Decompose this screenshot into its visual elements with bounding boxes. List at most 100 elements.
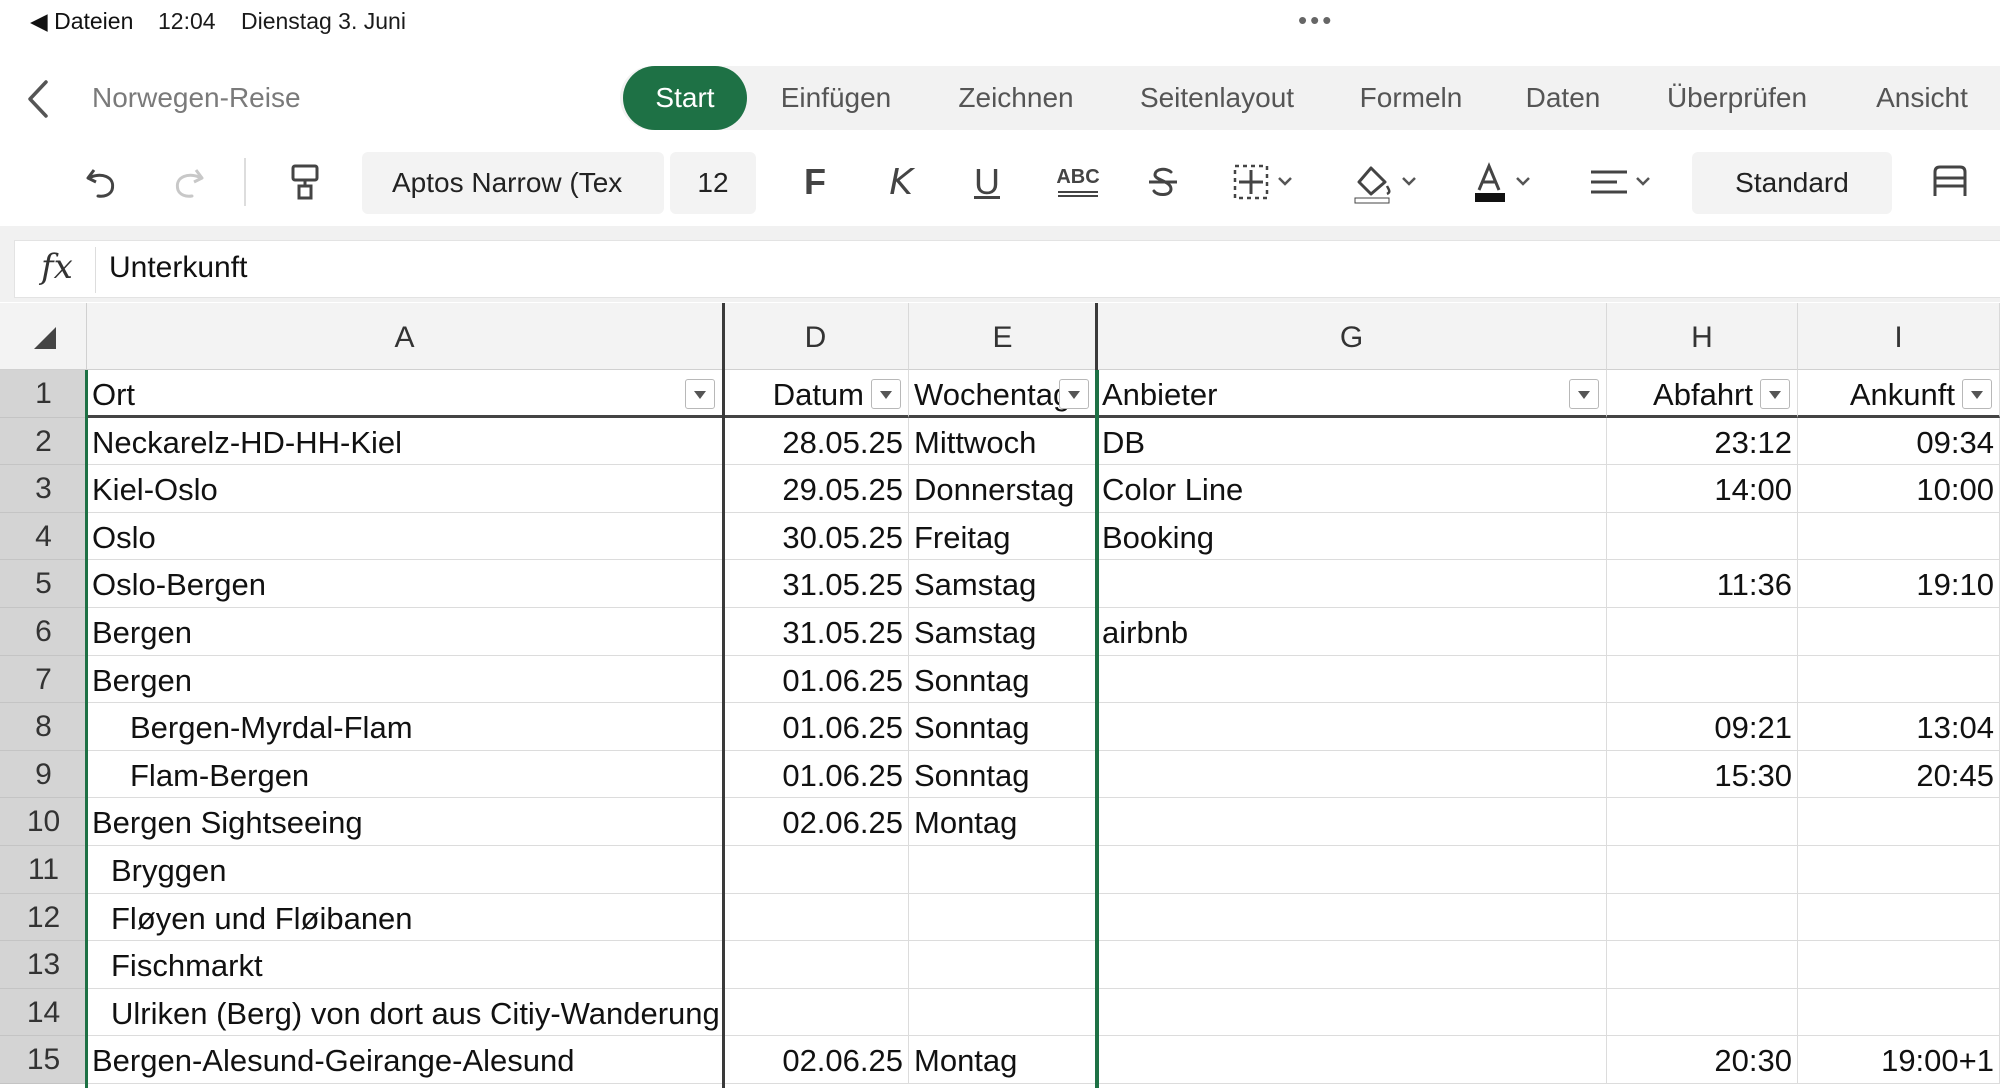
cell-e11[interactable]	[909, 846, 1097, 894]
cell-a13[interactable]: Fischmarkt	[87, 941, 723, 989]
cell-a2[interactable]: Neckarelz-HD-HH-Kiel	[87, 418, 723, 465]
cell-d6[interactable]: 31.05.25	[723, 608, 909, 656]
row-header[interactable]: 15	[0, 1036, 87, 1084]
tab-ansicht[interactable]: Ansicht	[1858, 66, 1986, 130]
cell-g6[interactable]: airbnb	[1097, 608, 1607, 656]
cell-h4[interactable]	[1607, 513, 1798, 560]
tab-einfuegen[interactable]: Einfügen	[762, 66, 910, 130]
cell-d7[interactable]: 01.06.25	[723, 656, 909, 703]
formula-bar[interactable]: fx Unterkunft	[14, 240, 2000, 298]
cell-d12[interactable]	[723, 894, 909, 941]
fill-color-icon[interactable]	[1346, 146, 1426, 218]
cell-a7[interactable]: Bergen	[87, 656, 723, 703]
cell-h14[interactable]	[1607, 989, 1798, 1036]
cell-h6[interactable]	[1607, 608, 1798, 656]
cell-e7[interactable]: Sonntag	[909, 656, 1097, 703]
column-header-g[interactable]: G	[1097, 303, 1607, 370]
cell-a4[interactable]: Oslo	[87, 513, 723, 560]
row-header[interactable]: 4	[0, 513, 87, 560]
font-name-field[interactable]: Aptos Narrow (Tex	[362, 152, 664, 214]
cell-g7[interactable]	[1097, 656, 1607, 703]
cell-g14[interactable]	[1097, 989, 1607, 1036]
row-header[interactable]: 3	[0, 465, 87, 513]
cell-i12[interactable]	[1798, 894, 2000, 941]
tab-start[interactable]: Start	[623, 66, 747, 130]
cell-g3[interactable]: Color Line	[1097, 465, 1607, 513]
tab-ueberpruefen[interactable]: Überprüfen	[1650, 66, 1824, 130]
tab-seitenlayout[interactable]: Seitenlayout	[1122, 66, 1312, 130]
cell-e4[interactable]: Freitag	[909, 513, 1097, 560]
italic-button[interactable]: K	[876, 146, 926, 218]
cell-h15[interactable]: 20:30	[1607, 1036, 1798, 1084]
column-header-i[interactable]: I	[1798, 303, 2000, 370]
cell-e3[interactable]: Donnerstag	[909, 465, 1097, 513]
cell-d3[interactable]: 29.05.25	[723, 465, 909, 513]
cell-d15[interactable]: 02.06.25	[723, 1036, 909, 1084]
cell-i13[interactable]	[1798, 941, 2000, 989]
cell-h13[interactable]	[1607, 941, 1798, 989]
row-header[interactable]: 1	[0, 370, 87, 418]
row-header[interactable]: 7	[0, 656, 87, 703]
tab-daten[interactable]: Daten	[1508, 66, 1618, 130]
cell-g4[interactable]: Booking	[1097, 513, 1607, 560]
cell-h9[interactable]: 15:30	[1607, 751, 1798, 798]
filter-dropdown-icon[interactable]	[1760, 379, 1790, 409]
cell-i10[interactable]	[1798, 798, 2000, 846]
cell-h5[interactable]: 11:36	[1607, 560, 1798, 608]
cell-h7[interactable]	[1607, 656, 1798, 703]
font-color-icon[interactable]	[1464, 146, 1544, 218]
cell-a6[interactable]: Bergen	[87, 608, 723, 656]
column-header-e[interactable]: E	[909, 303, 1097, 370]
format-painter-icon[interactable]	[280, 146, 330, 218]
cell-e2[interactable]: Mittwoch	[909, 418, 1097, 465]
cell-d4[interactable]: 30.05.25	[723, 513, 909, 560]
cell-d11[interactable]	[723, 846, 909, 894]
back-chevron-icon[interactable]	[20, 74, 60, 124]
redo-icon[interactable]	[162, 146, 214, 218]
cell-g5[interactable]	[1097, 560, 1607, 608]
row-header[interactable]: 8	[0, 703, 87, 751]
filter-dropdown-icon[interactable]	[1059, 379, 1089, 409]
cell-i7[interactable]	[1798, 656, 2000, 703]
cell-a11[interactable]: Bryggen	[87, 846, 723, 894]
row-header[interactable]: 2	[0, 418, 87, 465]
cell-i2[interactable]: 09:34	[1798, 418, 2000, 465]
cell-a14[interactable]: Ulriken (Berg) von dort aus Citiy-Wander…	[87, 989, 723, 1036]
cell-h8[interactable]: 09:21	[1607, 703, 1798, 751]
row-header[interactable]: 6	[0, 608, 87, 656]
column-header-h[interactable]: H	[1607, 303, 1798, 370]
cell-a9[interactable]: Flam-Bergen	[87, 751, 723, 798]
cell-a12[interactable]: Fløyen und Fløibanen	[87, 894, 723, 941]
undo-icon[interactable]	[76, 146, 128, 218]
cell-i15[interactable]: 19:00+1	[1798, 1036, 2000, 1084]
multitasking-dots[interactable]: •••	[1298, 5, 1334, 36]
cell-i11[interactable]	[1798, 846, 2000, 894]
cell-g10[interactable]	[1097, 798, 1607, 846]
cell-i6[interactable]	[1798, 608, 2000, 656]
cell-e9[interactable]: Sonntag	[909, 751, 1097, 798]
cell-i5[interactable]: 19:10	[1798, 560, 2000, 608]
row-header[interactable]: 11	[0, 846, 87, 894]
filter-dropdown-icon[interactable]	[1962, 379, 1992, 409]
cell-i14[interactable]	[1798, 989, 2000, 1036]
cell-d13[interactable]	[723, 941, 909, 989]
cell-d2[interactable]: 28.05.25	[723, 418, 909, 465]
strikethrough-icon[interactable]	[1138, 146, 1188, 218]
cell-g11[interactable]	[1097, 846, 1607, 894]
filter-dropdown-icon[interactable]	[1569, 379, 1599, 409]
formula-input[interactable]: Unterkunft	[109, 251, 247, 285]
cell-g9[interactable]	[1097, 751, 1607, 798]
row-header[interactable]: 10	[0, 798, 87, 846]
cell-e13[interactable]	[909, 941, 1097, 989]
cell-g15[interactable]	[1097, 1036, 1607, 1084]
header-cell-g[interactable]: Anbieter	[1097, 370, 1607, 418]
row-header[interactable]: 5	[0, 560, 87, 608]
cell-a15[interactable]: Bergen-Alesund-Geirange-Alesund	[87, 1036, 723, 1084]
cell-e15[interactable]: Montag	[909, 1036, 1097, 1084]
borders-icon[interactable]	[1226, 146, 1306, 218]
cell-e12[interactable]	[909, 894, 1097, 941]
row-header[interactable]: 13	[0, 941, 87, 989]
filter-dropdown-icon[interactable]	[685, 379, 715, 409]
cell-a10[interactable]: Bergen Sightseeing	[87, 798, 723, 846]
cell-a8[interactable]: Bergen-Myrdal-Flam	[87, 703, 723, 751]
